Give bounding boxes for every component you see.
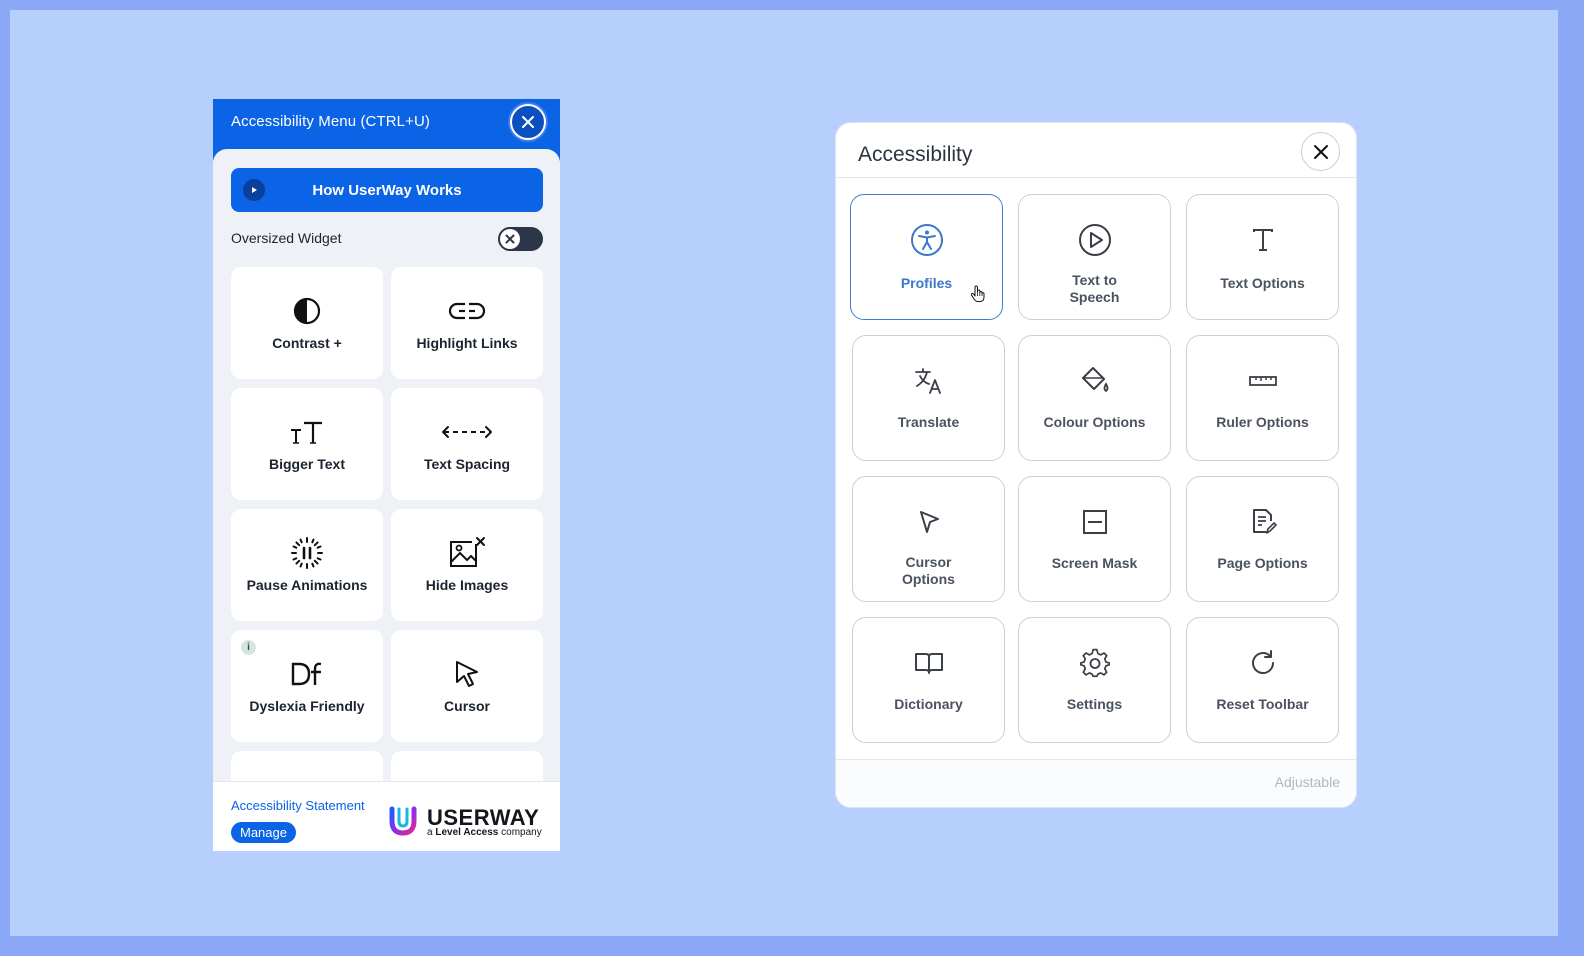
accessibility-panel-footer: Adjustable [836,759,1356,807]
userway-logo-subtitle: a Level Access company [427,827,542,838]
contrast-icon [293,297,321,325]
cursor-options-tile[interactable]: Cursor Options [852,476,1005,602]
dictionary-tile[interactable]: Dictionary [852,617,1005,743]
how-userway-works-button[interactable]: How UserWay Works [231,168,543,212]
logo-sub-suffix: company [501,827,542,838]
manage-button[interactable]: Manage [231,822,296,843]
oversized-widget-toggle[interactable] [498,227,543,251]
pointer-icon [919,511,939,533]
userway-menu-body: How UserWay Works Oversized Widget Contr… [213,149,560,851]
close-icon [522,116,534,128]
text-to-speech-label: Text to Speech [1069,272,1120,305]
userway-menu-title: Accessibility Menu (CTRL+U) [231,113,430,130]
bigger-text-tile[interactable]: Bigger Text [231,388,383,500]
pause-animations-label: Pause Animations [246,577,368,593]
oversized-widget-label: Oversized Widget [231,230,342,246]
accessibility-panel: Accessibility Profiles Text to Speech Te… [835,122,1357,808]
dictionary-label: Dictionary [894,696,963,712]
ruler-options-tile[interactable]: Ruler Options [1186,335,1339,461]
contrast-tile[interactable]: Contrast + [231,267,383,379]
logo-sub-brand: Level Access [435,827,499,838]
text-spacing-label: Text Spacing [423,456,511,472]
hide-images-tile[interactable]: Hide Images [391,509,543,621]
accessibility-panel-title: Accessibility [858,143,973,166]
close-icon [1313,144,1328,159]
dyslexia-friendly-tile[interactable]: i Dyslexia Friendly [231,630,383,742]
translate-label: Translate [897,414,960,430]
info-icon[interactable]: i [241,640,256,655]
hide-images-label: Hide Images [425,577,509,593]
accessibility-statement-link[interactable]: Accessibility Statement [231,798,365,813]
screen-mask-label: Screen Mask [1051,555,1138,571]
settings-label: Settings [1066,696,1123,712]
userway-menu-panel: Accessibility Menu (CTRL+U) How UserWay … [213,99,560,851]
logo-sub-prefix: a [427,827,433,838]
link-icon [448,302,486,320]
ruler-options-label: Ruler Options [1216,414,1309,430]
adjustable-label[interactable]: Adjustable [1275,774,1340,790]
hide-image-icon [450,537,485,567]
accessibility-close-button[interactable] [1301,132,1340,171]
play-circle-icon [1078,224,1111,256]
screen-mask-tile[interactable]: Screen Mask [1018,476,1171,602]
highlight-links-label: Highlight Links [416,335,518,351]
paint-bucket-icon [1081,367,1108,393]
page-options-tile[interactable]: Page Options [1186,476,1339,602]
ruler-icon [1248,376,1277,386]
text-size-icon [291,421,322,444]
cursor-options-label: Cursor Options [902,554,955,587]
book-icon [914,653,943,674]
reset-toolbar-tile[interactable]: Reset Toolbar [1186,617,1339,743]
how-userway-works-label: How UserWay Works [312,181,462,199]
translate-icon [914,368,941,394]
translate-tile[interactable]: Translate [852,335,1005,461]
play-icon [243,179,265,201]
text-spacing-icon [442,426,492,438]
settings-tile[interactable]: Settings [1018,617,1171,743]
userway-logo-mark-icon [389,806,417,836]
pause-animation-icon [291,537,323,569]
page-options-label: Page Options [1217,555,1308,571]
hand-pointer-cursor-icon [970,285,985,302]
accessibility-person-icon [910,224,943,256]
userway-close-button[interactable] [510,104,546,140]
contrast-label: Contrast + [272,335,342,351]
reset-toolbar-label: Reset Toolbar [1216,696,1309,712]
cursor-icon [456,661,478,687]
text-to-speech-tile[interactable]: Text to Speech [1018,194,1171,320]
page-edit-icon [1252,509,1277,534]
toggle-off-icon [500,229,520,249]
text-spacing-tile[interactable]: Text Spacing [391,388,543,500]
panel-divider [836,177,1356,178]
dyslexia-friendly-label: Dyslexia Friendly [249,698,365,714]
cursor-label: Cursor [444,698,490,714]
userway-menu-footer: Accessibility Statement Manage USERWAY a… [213,781,560,851]
screen-mask-icon [1082,510,1107,534]
gear-icon [1079,648,1110,678]
cursor-tile[interactable]: Cursor [391,630,543,742]
dyslexia-icon [291,662,322,686]
text-t-icon [1252,229,1273,251]
reset-icon [1251,650,1274,674]
text-options-label: Text Options [1220,275,1305,291]
colour-options-tile[interactable]: Colour Options [1018,335,1171,461]
bigger-text-label: Bigger Text [269,456,345,472]
highlight-links-tile[interactable]: Highlight Links [391,267,543,379]
colour-options-label: Colour Options [1043,414,1146,430]
pause-animations-tile[interactable]: Pause Animations [231,509,383,621]
text-options-tile[interactable]: Text Options [1186,194,1339,320]
userway-logo[interactable]: USERWAY a Level Access company [388,805,548,839]
